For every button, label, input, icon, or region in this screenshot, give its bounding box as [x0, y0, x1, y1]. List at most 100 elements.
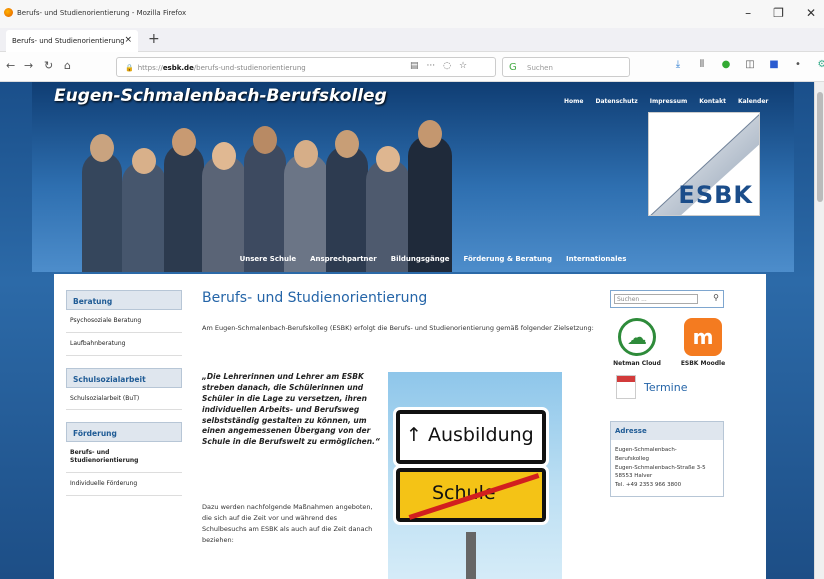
toplink-kalender[interactable]: Kalender: [738, 98, 768, 105]
site-title[interactable]: Eugen-Schmalenbach-Berufskolleg: [54, 86, 387, 106]
logo-text: ESBK: [678, 181, 753, 209]
address-line: Berufskolleg: [615, 455, 649, 462]
address-line: Eugen-Schmalenbach-Straße 3-5: [615, 464, 706, 471]
esbk-logo[interactable]: ESBK: [648, 112, 760, 216]
url-prefix: https://: [137, 64, 163, 72]
sidebar-heading-schulsozialarbeit[interactable]: Schulsozialarbeit: [66, 367, 182, 388]
page-title: Berufs- und Studienorientierung: [202, 290, 428, 306]
toplink-datenschutz[interactable]: Datenschutz: [595, 98, 637, 105]
content-area: Beratung Psychosoziale Beratung Laufbahn…: [54, 274, 766, 579]
sign-schule: Schule: [393, 465, 549, 525]
sign-ausbildung-text: ↑ Ausbildung: [406, 424, 534, 446]
toplink-home[interactable]: Home: [564, 98, 583, 105]
search-bar[interactable]: G Suchen: [502, 57, 630, 77]
moodle-icon: m: [684, 318, 722, 356]
toolbar-icons: ⤓ ⫴ ● ◫ ■ • ⚙ ≡: [672, 59, 824, 71]
page-actions-icon[interactable]: ···: [427, 61, 436, 71]
toplink-impressum[interactable]: Impressum: [650, 98, 687, 105]
sidebar-item-berufs-studienorientierung[interactable]: Berufs- und Studienorientierung: [66, 442, 182, 473]
scrollbar-thumb[interactable]: [817, 92, 823, 202]
sidebar-heading-beratung[interactable]: Beratung: [66, 290, 182, 310]
address-line: Eugen-Schmalenbach-: [615, 447, 677, 453]
netman-cloud-label: Netman Cloud: [613, 360, 661, 367]
app-links: ☁ Netman Cloud m ESBK Moodle: [610, 318, 750, 367]
navigation-toolbar: ← → ↻ ⌂ 🔒 https://esbk.de/berufs-und-stud…: [0, 52, 824, 82]
left-sidebar: Beratung Psychosoziale Beratung Laufbahn…: [66, 290, 182, 496]
strike-line: [408, 473, 540, 520]
search-placeholder: Suchen: [527, 64, 553, 72]
cloud-icon: ☁: [618, 318, 656, 356]
netman-cloud-link[interactable]: ☁ Netman Cloud: [610, 318, 664, 367]
extension2-icon[interactable]: ⚙: [816, 59, 824, 71]
window-title: Berufs- und Studienorientierung - Mozill…: [4, 8, 186, 17]
back-icon[interactable]: ←: [6, 59, 15, 72]
nav-internationales[interactable]: Internationales: [566, 255, 626, 263]
nav-unsere-schule[interactable]: Unsere Schule: [240, 255, 297, 263]
dot-icon[interactable]: •: [792, 59, 804, 71]
address-heading: Adresse: [611, 422, 723, 440]
nav-ansprechpartner[interactable]: Ansprechpartner: [310, 255, 377, 263]
sidebar-item-schulsozialarbeit-but[interactable]: Schulsozialarbeit (BuT): [66, 387, 182, 411]
new-tab-button[interactable]: +: [148, 31, 160, 47]
download-icon[interactable]: ⤓: [672, 59, 684, 71]
close-icon[interactable]: ✕: [806, 6, 816, 20]
search-engine-icon: G: [509, 62, 517, 73]
termine-link[interactable]: Termine: [616, 375, 750, 399]
window-title-text: Berufs- und Studienorientierung - Mozill…: [17, 8, 187, 17]
goal-quote: „Die Lehrerinnen und Lehrer am ESBK stre…: [202, 372, 380, 447]
nav-foerderung-beratung[interactable]: Förderung & Beratung: [464, 255, 553, 263]
address-box: Adresse Eugen-Schmalenbach- Berufskolleg…: [610, 421, 724, 497]
url-domain: esbk.de: [162, 64, 194, 72]
firefox-icon: [4, 8, 13, 17]
toplink-kontakt[interactable]: Kontakt: [699, 98, 726, 105]
sign-pole: [466, 532, 476, 579]
sidebar-item-psychosoziale-beratung[interactable]: Psychosoziale Beratung: [66, 310, 182, 333]
pocket-icon[interactable]: ◌: [443, 61, 451, 71]
home-icon[interactable]: ⌂: [64, 59, 71, 72]
tab-close-icon[interactable]: ×: [124, 35, 132, 45]
main-navigation: Unsere Schule Ansprechpartner Bildungsgä…: [32, 248, 794, 270]
sign-ausbildung: ↑ Ausbildung: [393, 407, 549, 467]
site-search[interactable]: Suchen ... ⚲: [610, 290, 724, 308]
termine-label: Termine: [644, 380, 688, 394]
search-icon[interactable]: ⚲: [713, 293, 719, 302]
road-sign-image: ↑ Ausbildung Schule: [388, 372, 562, 579]
sidebar-item-individuelle-foerderung[interactable]: Individuelle Förderung: [66, 472, 182, 496]
sidebar-item-laufbahnberatung[interactable]: Laufbahnberatung: [66, 332, 182, 356]
site-header: Eugen-Schmalenbach-Berufskolleg Home Dat…: [32, 82, 794, 272]
calendar-icon: [616, 375, 636, 399]
top-links: Home Datenschutz Impressum Kontakt Kalen…: [564, 98, 768, 105]
reader-view-icon[interactable]: ▤: [410, 61, 419, 71]
minimize-icon[interactable]: –: [745, 6, 751, 20]
tab-bar: Berufs- und Studienorientierung × +: [0, 28, 824, 52]
library-icon[interactable]: ⫴: [696, 59, 708, 71]
sidebar-heading-foerderung[interactable]: Förderung: [66, 422, 182, 443]
right-sidebar: Suchen ... ⚲ ☁ Netman Cloud m ESBK Moodl…: [610, 290, 750, 497]
web-page: Eugen-Schmalenbach-Berufskolleg Home Dat…: [0, 82, 824, 579]
window-titlebar: Berufs- und Studienorientierung - Mozill…: [0, 0, 824, 28]
lock-icon: 🔒: [125, 64, 134, 72]
header-photo: [72, 104, 472, 272]
esbk-moodle-label: ESBK Moodle: [680, 360, 726, 367]
measures-text: Dazu werden nachfolgende Maßnahmen angeb…: [202, 503, 373, 545]
tab-label: Berufs- und Studienorientierung: [12, 37, 125, 45]
nav-bildungsgaenge[interactable]: Bildungsgänge: [391, 255, 450, 263]
main-article: Berufs- und Studienorientierung Am Eugen…: [202, 290, 622, 579]
esbk-moodle-link[interactable]: m ESBK Moodle: [676, 318, 730, 367]
address-body: Eugen-Schmalenbach- Berufskolleg Eugen-S…: [611, 440, 723, 496]
address-phone: Tel. +49 2353 966 3800: [615, 482, 682, 489]
bookmark-star-icon[interactable]: ☆: [459, 61, 467, 71]
tab-active[interactable]: Berufs- und Studienorientierung ×: [6, 30, 138, 52]
intro-text: Am Eugen-Schmalenbach-Berufskolleg (ESBK…: [202, 324, 594, 332]
forward-icon[interactable]: →: [24, 59, 33, 72]
sidebar-icon[interactable]: ◫: [744, 59, 756, 71]
window-controls: – ❐ ✕: [745, 6, 816, 20]
url-bar-actions: ▤ ··· ◌ ☆: [410, 61, 467, 71]
url-path: /berufs-und-studienorientierung: [193, 64, 306, 72]
reload-icon[interactable]: ↻: [44, 59, 53, 72]
addon-icon[interactable]: ■: [768, 59, 780, 71]
extension-icon[interactable]: ●: [720, 59, 732, 71]
page-scrollbar[interactable]: [814, 82, 824, 579]
maximize-icon[interactable]: ❐: [773, 6, 784, 20]
site-search-placeholder: Suchen ...: [617, 296, 647, 303]
